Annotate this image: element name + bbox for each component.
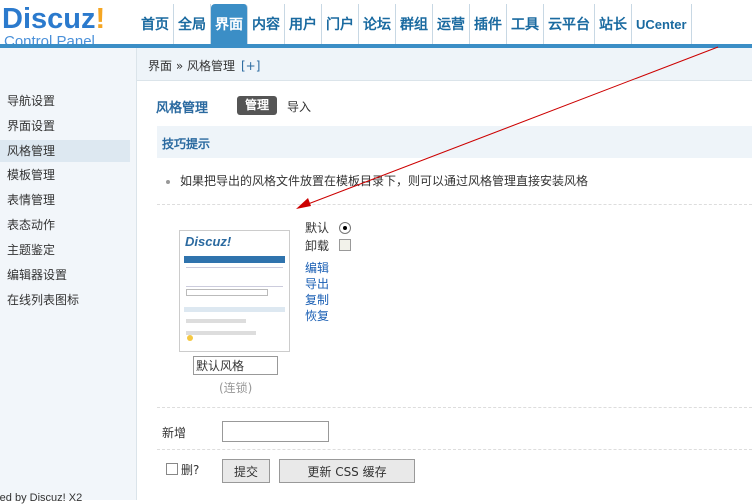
tab-import[interactable]: 导入 (287, 98, 311, 115)
thumbnail-row (186, 331, 256, 335)
copy-link[interactable]: 复制 (305, 291, 329, 308)
sidebar: 导航设置 界面设置 风格管理 模板管理 表情管理 表态动作 主题鉴定 编辑器设置… (0, 48, 137, 504)
logo-bang: ! (95, 3, 106, 35)
default-label: 默认 (305, 221, 330, 235)
nav-cloud[interactable]: 云平台 (544, 4, 595, 44)
uninstall-label: 卸载 (305, 239, 330, 253)
nav-groups[interactable]: 群组 (396, 4, 433, 44)
logo-brand: Discuz (2, 3, 96, 35)
breadcrumb-text: 界面 » 风格管理 (148, 59, 235, 73)
thumbnail-bar (184, 307, 285, 312)
top-nav: 首页 全局 界面 内容 用户 门户 论坛 群组 运营 插件 工具 云平台 站长 … (137, 4, 692, 44)
sidebar-item-nav-settings[interactable]: 导航设置 (0, 90, 130, 112)
divider (157, 204, 752, 205)
sidebar-item-interface-settings[interactable]: 界面设置 (0, 115, 130, 137)
powered-by: red by Discuz! X2 (0, 492, 83, 504)
nav-tools[interactable]: 工具 (507, 4, 544, 44)
breadcrumb: 界面 » 风格管理 [+] (148, 57, 260, 74)
update-css-cache-button[interactable]: 更新 CSS 缓存 (279, 459, 415, 483)
tab-manage[interactable]: 管理 (237, 96, 277, 115)
sidebar-item-smiley-manage[interactable]: 表情管理 (0, 189, 130, 211)
sidebar-item-thread-stamp[interactable]: 主题鉴定 (0, 239, 130, 261)
new-style-label: 新增 (162, 426, 187, 440)
radio-selected-dot (343, 226, 347, 230)
nav-webmaster[interactable]: 站长 (595, 4, 632, 44)
nav-plugins[interactable]: 插件 (470, 4, 507, 44)
uninstall-checkbox[interactable] (339, 239, 351, 251)
sidebar-item-style-manage[interactable]: 风格管理 (0, 140, 130, 162)
thumbnail-logo: Discuz! (185, 234, 232, 249)
sidebar-item-editor-settings[interactable]: 编辑器设置 (0, 264, 130, 286)
nav-global[interactable]: 全局 (174, 4, 211, 44)
thumbnail-nav (184, 256, 285, 263)
delete-label: 删? (181, 463, 200, 477)
sidebar-item-online-icons[interactable]: 在线列表图标 (0, 289, 130, 311)
tip-text: 如果把导出的风格文件放置在模板目录下，则可以通过风格管理直接安装风格 (180, 174, 589, 188)
divider (157, 407, 752, 408)
nav-users[interactable]: 用户 (285, 4, 322, 44)
tip-item: 如果把导出的风格文件放置在模板目录下，则可以通过风格管理直接安装风格 (166, 172, 588, 189)
breadcrumb-bar: 界面 » 风格管理 [+] (137, 48, 752, 81)
bullet-icon (166, 179, 170, 184)
bulb-icon (187, 335, 193, 341)
page-title: 风格管理 (156, 101, 209, 116)
add-shortcut-link[interactable]: [+] (241, 59, 260, 73)
top-header: Discuz! Control Panel 首页 全局 界面 内容 用户 门户 … (0, 0, 752, 50)
sidebar-item-template-manage[interactable]: 模板管理 (0, 164, 130, 186)
style-author: (连锁) (219, 381, 253, 395)
default-radio[interactable] (339, 222, 351, 234)
tips-title: 技巧提示 (162, 137, 211, 151)
nav-portal[interactable]: 门户 (322, 4, 359, 44)
sidebar-item-click-actions[interactable]: 表态动作 (0, 214, 130, 236)
nav-forum[interactable]: 论坛 (359, 4, 396, 44)
nav-operations[interactable]: 运营 (433, 4, 470, 44)
style-thumbnail[interactable]: Discuz! (179, 230, 290, 352)
thumbnail-row (186, 319, 246, 323)
submit-button[interactable]: 提交 (222, 459, 270, 483)
restore-link[interactable]: 恢复 (305, 307, 329, 324)
nav-ucenter[interactable]: UCenter (632, 4, 692, 44)
tips-header: 技巧提示 (157, 126, 752, 158)
thumbnail-search (186, 289, 268, 296)
nav-content[interactable]: 内容 (248, 4, 285, 44)
edit-link[interactable]: 编辑 (305, 259, 329, 276)
export-link[interactable]: 导出 (305, 275, 329, 292)
thumbnail-grid (186, 267, 283, 287)
new-style-input[interactable] (222, 421, 329, 442)
delete-checkbox[interactable] (166, 463, 178, 475)
nav-home[interactable]: 首页 (137, 4, 174, 44)
divider (157, 449, 752, 450)
nav-interface[interactable]: 界面 (211, 4, 248, 44)
style-name-input[interactable]: 默认风格 (193, 356, 278, 375)
